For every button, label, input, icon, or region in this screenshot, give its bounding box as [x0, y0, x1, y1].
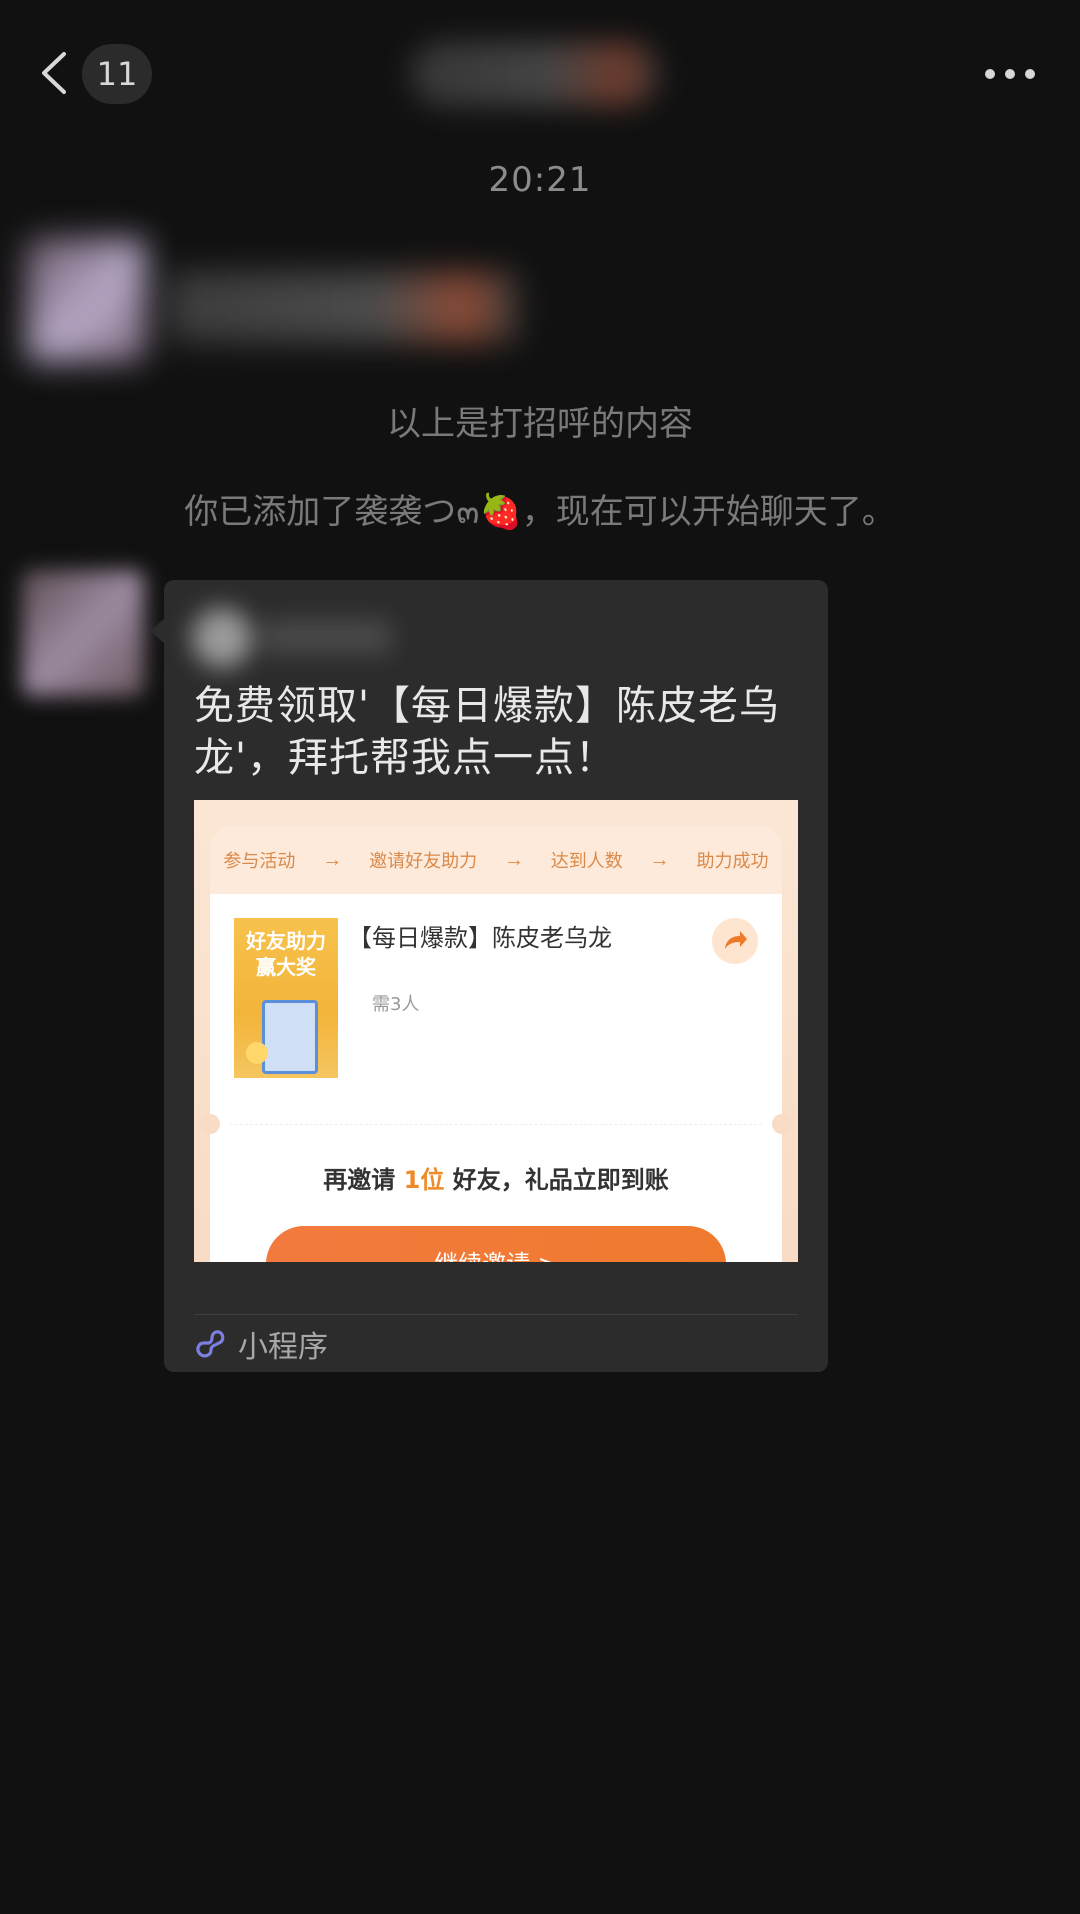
- step-label: 达到人数: [550, 851, 623, 871]
- promo-poster: 好友助力 赢大奖: [234, 918, 338, 1078]
- unread-count-badge[interactable]: 11: [82, 44, 152, 104]
- greeting-system-note: 以上是打招呼的内容: [387, 404, 693, 444]
- product-title: 【每日爆款】陈皮老乌龙: [348, 924, 612, 952]
- nav-bar: 11: [0, 0, 1080, 150]
- chat-screen: 11 20:21 以上是打招呼的内容 你已添加了袭袭つ๓🍓，现在可以开始聊天了。…: [0, 0, 1080, 1914]
- dashed-divider: [230, 1124, 762, 1125]
- ellipsis-icon: [985, 69, 1035, 79]
- step-label: 助力成功: [696, 851, 769, 871]
- mini-program-icon: [194, 1328, 226, 1360]
- product-panel: 好友助力 赢大奖 【每日爆款】陈皮老乌龙 需3人 再邀请 1位 好友，礼品立即到…: [200, 894, 792, 1262]
- invite-count: 1位: [403, 1166, 445, 1194]
- card-source-blurred: [182, 598, 402, 668]
- back-button[interactable]: [34, 48, 74, 98]
- arrow-right-icon: →: [649, 848, 670, 871]
- invite-suffix: 好友，礼品立即到账: [444, 1166, 669, 1194]
- message-timestamp: 20:21: [488, 160, 592, 200]
- step-label: 参与活动: [223, 851, 296, 871]
- required-people: 需3人: [372, 994, 420, 1015]
- greeting-message-blurred: [18, 232, 530, 372]
- sender-avatar[interactable]: [22, 570, 144, 696]
- more-button[interactable]: [980, 54, 1040, 94]
- card-preview-image: 参与活动 → 邀请好友助力 → 达到人数 → 助力成功 好友助力 赢大奖 【每日…: [194, 800, 798, 1262]
- invite-prefix: 再邀请: [323, 1166, 404, 1194]
- mini-program-card[interactable]: 免费领取'【每日爆款】陈皮老乌龙'，拜托帮我点一点！ 参与活动 → 邀请好友助力…: [164, 580, 828, 1372]
- chevron-left-icon: [42, 52, 66, 94]
- share-button: [712, 918, 758, 964]
- card-divider: [194, 1314, 798, 1315]
- mini-program-label: 小程序: [238, 1330, 328, 1365]
- step-label: 邀请好友助力: [369, 851, 478, 871]
- activity-steps: 参与活动 → 邀请好友助力 → 达到人数 → 助力成功: [210, 826, 782, 894]
- friend-added-system-note: 你已添加了袭袭つ๓🍓，现在可以开始聊天了。: [184, 492, 896, 532]
- card-title: 免费领取'【每日爆款】陈皮老乌龙'，拜托帮我点一点！: [194, 683, 780, 781]
- contact-name-blurred: [410, 42, 660, 106]
- bubble-tail: [150, 618, 165, 644]
- arrow-right-icon: →: [322, 848, 343, 871]
- poster-text: 好友助力 赢大奖: [246, 929, 326, 979]
- share-arrow-icon: [725, 931, 747, 949]
- arrow-right-icon: →: [503, 848, 524, 871]
- invite-message: 再邀请 1位 好友，礼品立即到账: [210, 1160, 782, 1195]
- continue-invite-button: 继续邀请 >: [266, 1226, 726, 1262]
